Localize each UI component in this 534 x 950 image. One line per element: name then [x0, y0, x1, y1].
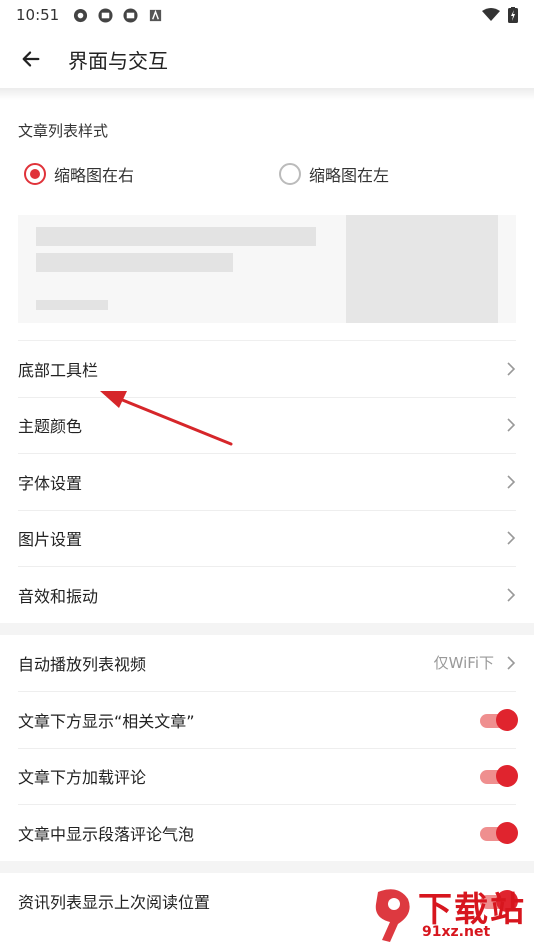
status-time: 10:51	[16, 6, 60, 24]
paragraph-comments-toggle[interactable]	[478, 821, 518, 845]
radio-selected-icon	[24, 163, 46, 185]
setting-label: 文章中显示段落评论气泡	[18, 824, 195, 844]
menu-sound-vibration[interactable]: 音效和振动	[18, 566, 516, 623]
battery-icon	[508, 7, 518, 23]
toggle-knob	[496, 708, 518, 731]
status-bar: 10:51	[0, 0, 534, 30]
load-comments-toggle[interactable]	[478, 764, 518, 788]
paragraph-comments-row: 文章中显示段落评论气泡	[18, 804, 518, 861]
preview-title-line-1	[36, 227, 316, 246]
menu-label: 字体设置	[18, 473, 83, 493]
section-divider	[0, 622, 534, 635]
menu-bottom-toolbar[interactable]: 底部工具栏	[18, 340, 516, 397]
setting-label: 自动播放列表视频	[18, 654, 147, 674]
wifi-icon	[482, 8, 500, 21]
article-style-options: 缩略图在右 缩略图在左	[0, 150, 534, 198]
menu-label: 底部工具栏	[18, 360, 99, 380]
app-notification-icon	[74, 8, 88, 22]
watermark-logo-icon	[375, 889, 410, 942]
setting-value: 仅WiFi下	[433, 654, 494, 673]
chevron-right-icon	[507, 475, 516, 489]
app-badge-icon-2	[123, 7, 138, 23]
chevron-right-icon	[507, 656, 516, 670]
back-arrow-icon[interactable]	[20, 48, 42, 70]
related-articles-row: 文章下方显示“相关文章”	[18, 691, 518, 748]
article-style-preview	[18, 215, 516, 323]
preview-thumbnail	[346, 215, 498, 323]
menu-label: 图片设置	[18, 530, 83, 550]
chevron-right-icon	[507, 588, 516, 602]
article-style-title: 文章列表样式	[18, 122, 109, 140]
app-bar: 界面与交互	[0, 30, 534, 88]
section-divider-2	[0, 860, 534, 873]
preview-title-line-2	[36, 253, 233, 272]
autoplay-video-row[interactable]: 自动播放列表视频 仅WiFi下	[18, 635, 516, 692]
app-bar-shadow	[0, 88, 534, 100]
load-comments-row: 文章下方加载评论	[18, 747, 518, 805]
radio-unselected-icon	[279, 163, 301, 185]
chevron-right-icon	[507, 362, 516, 376]
radio-label: 缩略图在右	[54, 166, 135, 185]
settings-menu: 底部工具栏 主题颜色 字体设置 图片设置 音效和振动	[0, 340, 534, 623]
radio-thumbnail-right[interactable]: 缩略图在右	[24, 162, 279, 186]
watermark: 下载站 91xz.net	[368, 882, 528, 948]
setting-label: 文章下方显示“相关文章”	[18, 711, 195, 731]
preview-meta-line	[36, 300, 108, 310]
menu-label: 主题颜色	[18, 417, 83, 437]
page-title: 界面与交互	[68, 48, 168, 73]
toggle-knob	[496, 765, 518, 788]
keyboard-a-icon	[150, 9, 162, 21]
menu-image-settings[interactable]: 图片设置	[18, 509, 516, 567]
setting-label: 文章下方加载评论	[18, 768, 147, 788]
toggle-knob	[496, 821, 518, 844]
chevron-right-icon	[507, 418, 516, 432]
menu-label: 音效和振动	[18, 586, 99, 606]
app-badge-icon	[98, 7, 113, 23]
chevron-right-icon	[507, 531, 516, 545]
watermark-sub-text: 91xz.net	[422, 924, 491, 940]
radio-label: 缩略图在左	[309, 166, 390, 185]
playback-settings: 自动播放列表视频 仅WiFi下 文章下方显示“相关文章” 文章下方加载评论 文章…	[0, 635, 534, 861]
menu-font-settings[interactable]: 字体设置	[18, 453, 516, 510]
radio-thumbnail-left[interactable]: 缩略图在左	[279, 162, 534, 186]
menu-theme-color[interactable]: 主题颜色	[18, 396, 516, 454]
related-articles-toggle[interactable]	[478, 708, 518, 732]
